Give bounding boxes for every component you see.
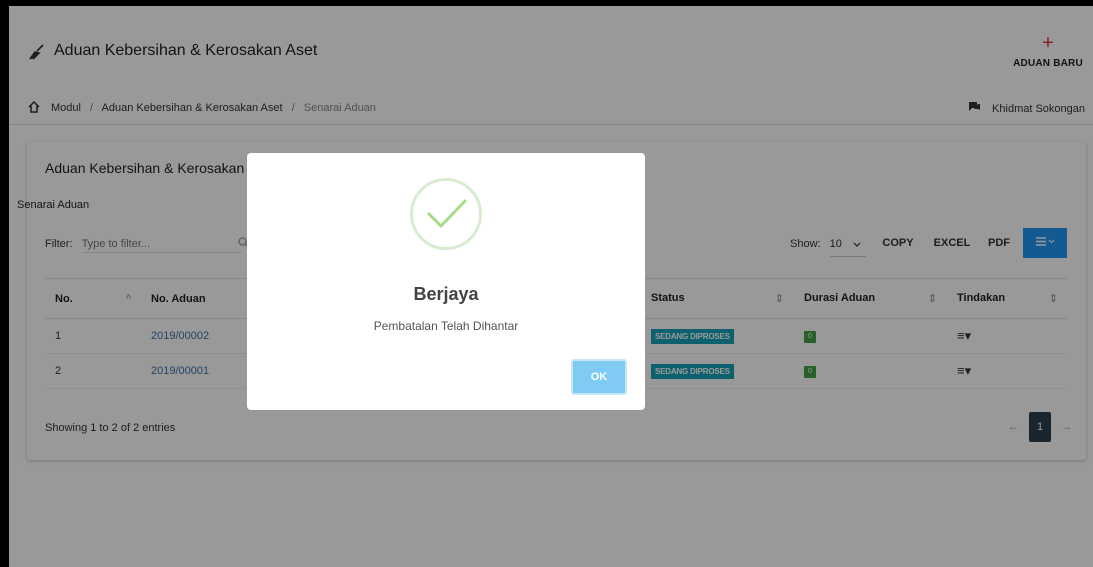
dialog-title: Berjaya	[413, 284, 479, 304]
checkmark-icon	[410, 178, 482, 250]
ok-button[interactable]: OK	[571, 359, 627, 395]
dialog-message: Pembatalan Telah Dihantar	[373, 319, 519, 333]
success-dialog: Berjaya Pembatalan Telah Dihantar OK	[247, 153, 645, 410]
